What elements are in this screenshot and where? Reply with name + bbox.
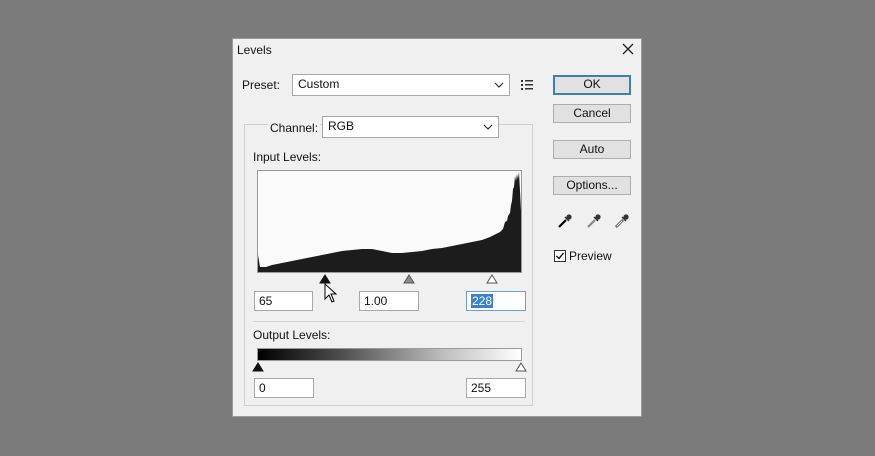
preview-checkbox[interactable] <box>554 250 566 262</box>
input-black-field[interactable]: 65 <box>254 291 313 311</box>
channel-select[interactable]: RGB <box>322 116 499 138</box>
preset-value: Custom <box>298 77 340 91</box>
levels-dialog: Levels Preset: Custom OK Cancel Auto Opt… <box>232 38 642 417</box>
input-white-field[interactable]: 228 <box>466 291 526 311</box>
preset-options-icon[interactable] <box>520 78 534 92</box>
output-black-field[interactable]: 0 <box>254 378 314 398</box>
channel-label: Channel: <box>268 121 321 135</box>
output-white-field[interactable]: 255 <box>466 378 526 398</box>
input-white-value: 228 <box>471 294 494 308</box>
preset-label: Preset: <box>242 78 281 92</box>
black-point-eyedropper-icon[interactable] <box>557 213 573 229</box>
input-white-slider[interactable] <box>486 274 498 284</box>
input-levels-label: Input Levels: <box>253 150 322 164</box>
checkmark-icon <box>556 252 565 260</box>
divider <box>253 321 525 322</box>
auto-button[interactable]: Auto <box>553 140 631 159</box>
close-icon[interactable] <box>619 40 637 58</box>
gray-point-eyedropper-icon[interactable] <box>586 213 602 229</box>
ok-button[interactable]: OK <box>553 75 631 95</box>
histogram <box>257 170 522 273</box>
dialog-title: Levels <box>237 43 272 57</box>
output-black-slider[interactable] <box>252 362 264 372</box>
output-white-slider[interactable] <box>515 362 527 372</box>
input-gamma-slider[interactable] <box>403 274 415 284</box>
mouse-cursor-icon <box>324 283 338 303</box>
output-gradient <box>257 348 522 361</box>
input-gamma-field[interactable]: 1.00 <box>359 291 419 311</box>
cancel-button[interactable]: Cancel <box>553 104 631 123</box>
preset-select[interactable]: Custom <box>292 74 510 96</box>
options-button[interactable]: Options... <box>553 176 631 195</box>
preview-label: Preview <box>569 249 612 263</box>
output-levels-label: Output Levels: <box>253 328 331 342</box>
chevron-down-icon <box>483 124 493 130</box>
chevron-down-icon <box>494 82 504 88</box>
white-point-eyedropper-icon[interactable] <box>614 213 630 229</box>
channel-value: RGB <box>328 119 355 133</box>
